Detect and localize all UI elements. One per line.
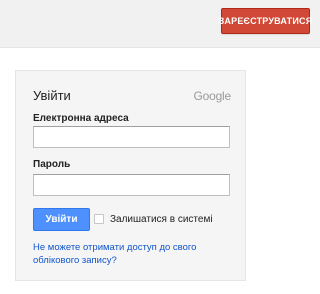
signin-button[interactable]: Увійти: [33, 208, 90, 231]
email-field[interactable]: [33, 126, 230, 148]
google-logo: Google: [193, 89, 232, 103]
password-field[interactable]: [33, 174, 230, 196]
cant-access-account-link[interactable]: Не можете отримати доступ до свого облік…: [33, 242, 213, 267]
password-label: Пароль: [33, 159, 71, 170]
remember-me[interactable]: Залишатися в системі: [94, 212, 213, 226]
signin-header: Увійти Google: [33, 88, 231, 106]
signup-button[interactable]: ЗАРЕЄСТРУВАТИСЯ: [219, 8, 312, 34]
signin-box: Увійти Google Електронна адреса Пароль У…: [15, 70, 246, 281]
signin-title: Увійти: [33, 88, 71, 103]
remember-label: Залишатися в системі: [110, 213, 213, 225]
top-bar: ЗАРЕЄСТРУВАТИСЯ: [0, 0, 320, 48]
remember-checkbox[interactable]: [94, 214, 104, 224]
email-label: Електронна адреса: [33, 113, 129, 124]
